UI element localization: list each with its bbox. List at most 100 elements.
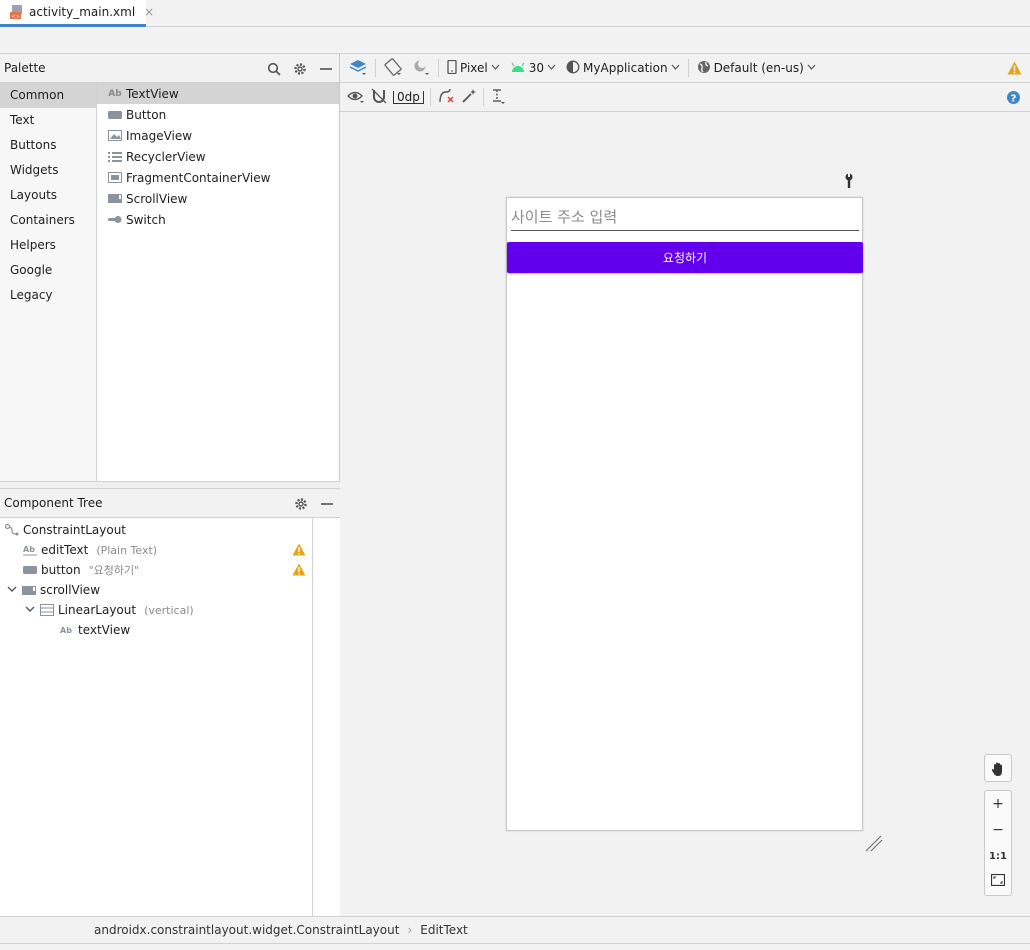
zoom-out-button[interactable]: − bbox=[985, 817, 1011, 843]
tree-node-label: ConstraintLayout bbox=[23, 523, 127, 537]
zoom-actual-size-button[interactable]: 1:1 bbox=[985, 843, 1011, 869]
search-icon[interactable] bbox=[267, 62, 281, 76]
margin-label: 0dp bbox=[393, 90, 424, 104]
edittext-icon: Ab bbox=[23, 544, 37, 556]
palette-item-label: Button bbox=[126, 107, 167, 122]
chevron-down-icon[interactable] bbox=[24, 605, 36, 616]
url-edit-text[interactable]: 사이트 주소 입력 bbox=[511, 204, 859, 231]
toolbar-separator bbox=[482, 88, 484, 106]
tree-node-constraintlayout[interactable]: ConstraintLayout bbox=[0, 520, 312, 540]
palette-title: Palette bbox=[4, 61, 46, 75]
palette-category[interactable]: Buttons bbox=[0, 133, 96, 158]
gear-icon[interactable] bbox=[294, 497, 308, 511]
palette-item-label: TextView bbox=[126, 86, 179, 101]
zoom-in-button[interactable]: + bbox=[985, 791, 1011, 817]
zoom-fit-button[interactable] bbox=[985, 869, 1011, 895]
chevron-down-icon bbox=[671, 63, 680, 73]
request-button[interactable]: 요청하기 bbox=[507, 242, 863, 273]
warning-icon[interactable] bbox=[292, 563, 306, 576]
clear-constraints-button[interactable] bbox=[434, 83, 458, 112]
button-icon bbox=[108, 109, 122, 121]
theme-selector[interactable]: MyApplication bbox=[561, 54, 685, 83]
linear-layout-icon bbox=[40, 604, 54, 616]
default-margin-button[interactable]: 0dp bbox=[390, 83, 427, 112]
palette-body: Common Text Buttons Widgets Layouts Cont… bbox=[0, 83, 340, 481]
infer-constraints-button[interactable] bbox=[458, 83, 480, 112]
pan-tool[interactable] bbox=[984, 754, 1012, 782]
breadcrumb-item[interactable]: androidx.constraintlayout.widget.Constra… bbox=[94, 923, 399, 937]
palette-item-recyclerview[interactable]: RecyclerView bbox=[97, 146, 339, 167]
locale-selector[interactable]: Default (en-us) bbox=[692, 54, 821, 83]
phone-icon bbox=[447, 59, 457, 77]
image-icon bbox=[108, 130, 122, 142]
textview-icon: Ab bbox=[108, 88, 122, 99]
palette-item-button[interactable]: Button bbox=[97, 104, 339, 125]
hand-icon[interactable] bbox=[985, 755, 1011, 783]
tree-node-button[interactable]: button "요청하기" bbox=[0, 560, 312, 580]
svg-text:<>: <> bbox=[12, 14, 20, 19]
tree-node-label: LinearLayout bbox=[58, 603, 137, 617]
palette-category[interactable]: Common bbox=[0, 83, 96, 108]
palette-item-label: RecyclerView bbox=[126, 149, 206, 164]
rotate-icon bbox=[384, 57, 402, 79]
fragment-icon bbox=[108, 172, 122, 184]
chevron-down-icon bbox=[491, 63, 500, 73]
eye-icon bbox=[347, 89, 365, 106]
breadcrumb-item[interactable]: EditText bbox=[420, 923, 468, 937]
tab-activity-main[interactable]: <> activity_main.xml × bbox=[0, 0, 154, 27]
svg-text:?: ? bbox=[1011, 94, 1017, 105]
minimize-icon[interactable] bbox=[320, 497, 334, 511]
palette-item-label: Switch bbox=[126, 212, 166, 227]
minimize-icon[interactable] bbox=[319, 62, 333, 76]
left-pane: Palette Common Text Buttons Widgets Layo… bbox=[0, 54, 340, 916]
palette-items: Ab TextView Button ImageView RecyclerVie… bbox=[97, 83, 339, 481]
resize-handle-icon[interactable] bbox=[864, 834, 884, 855]
orientation-button[interactable] bbox=[379, 54, 407, 83]
palette-item-imageview[interactable]: ImageView bbox=[97, 125, 339, 146]
wrench-icon[interactable] bbox=[843, 173, 855, 192]
chevron-down-icon bbox=[807, 63, 816, 73]
api-selector[interactable]: 30 bbox=[505, 54, 561, 83]
view-options-button[interactable] bbox=[344, 83, 368, 112]
tree-node-scrollview[interactable]: scrollView bbox=[0, 580, 312, 600]
palette-category[interactable]: Text bbox=[0, 108, 96, 133]
palette-item-switch[interactable]: Switch bbox=[97, 209, 339, 230]
device-selector[interactable]: Pixel bbox=[442, 54, 505, 83]
tab-label: activity_main.xml bbox=[29, 5, 136, 19]
tree-node-meta: (Plain Text) bbox=[96, 543, 158, 557]
palette-category[interactable]: Containers bbox=[0, 208, 96, 233]
chevron-down-icon[interactable] bbox=[6, 585, 18, 596]
palette-item-fragmentcontainerview[interactable]: FragmentContainerView bbox=[97, 167, 339, 188]
palette-item-textview[interactable]: Ab TextView bbox=[97, 83, 339, 104]
api-label: 30 bbox=[528, 61, 545, 75]
warning-icon[interactable] bbox=[1007, 61, 1022, 78]
night-mode-button[interactable] bbox=[407, 54, 435, 83]
theme-icon bbox=[566, 60, 580, 77]
component-tree: ConstraintLayout Ab editText (Plain Text… bbox=[0, 518, 340, 916]
palette-category[interactable]: Google bbox=[0, 258, 96, 283]
android-icon bbox=[510, 61, 526, 76]
help-icon[interactable]: ? bbox=[1007, 91, 1020, 107]
palette-category[interactable]: Layouts bbox=[0, 183, 96, 208]
palette-category[interactable]: Legacy bbox=[0, 283, 96, 308]
warning-icon[interactable] bbox=[292, 543, 306, 556]
magic-wand-icon bbox=[461, 88, 477, 107]
palette-item-scrollview[interactable]: ScrollView bbox=[97, 188, 339, 209]
guidelines-button[interactable] bbox=[487, 83, 509, 112]
gear-icon[interactable] bbox=[293, 62, 307, 76]
tree-node-linearlayout[interactable]: LinearLayout (vertical) bbox=[0, 600, 312, 620]
locale-label: Default (en-us) bbox=[713, 61, 804, 75]
palette-category[interactable]: Helpers bbox=[0, 233, 96, 258]
tree-node-edittext[interactable]: Ab editText (Plain Text) bbox=[0, 540, 312, 560]
autoconnect-button[interactable] bbox=[368, 83, 390, 112]
close-icon[interactable]: × bbox=[144, 5, 154, 19]
editor-tab-bar: <> activity_main.xml × bbox=[0, 0, 1030, 27]
breadcrumb: androidx.constraintlayout.widget.Constra… bbox=[0, 916, 1030, 943]
layers-button[interactable] bbox=[344, 54, 372, 83]
palette-category[interactable]: Widgets bbox=[0, 158, 96, 183]
tree-node-label: textView bbox=[78, 623, 131, 637]
theme-label: MyApplication bbox=[583, 61, 668, 75]
tree-node-textview[interactable]: Ab textView bbox=[0, 620, 312, 640]
secondary-toolbar bbox=[0, 27, 1030, 54]
pane-splitter[interactable] bbox=[0, 481, 340, 489]
